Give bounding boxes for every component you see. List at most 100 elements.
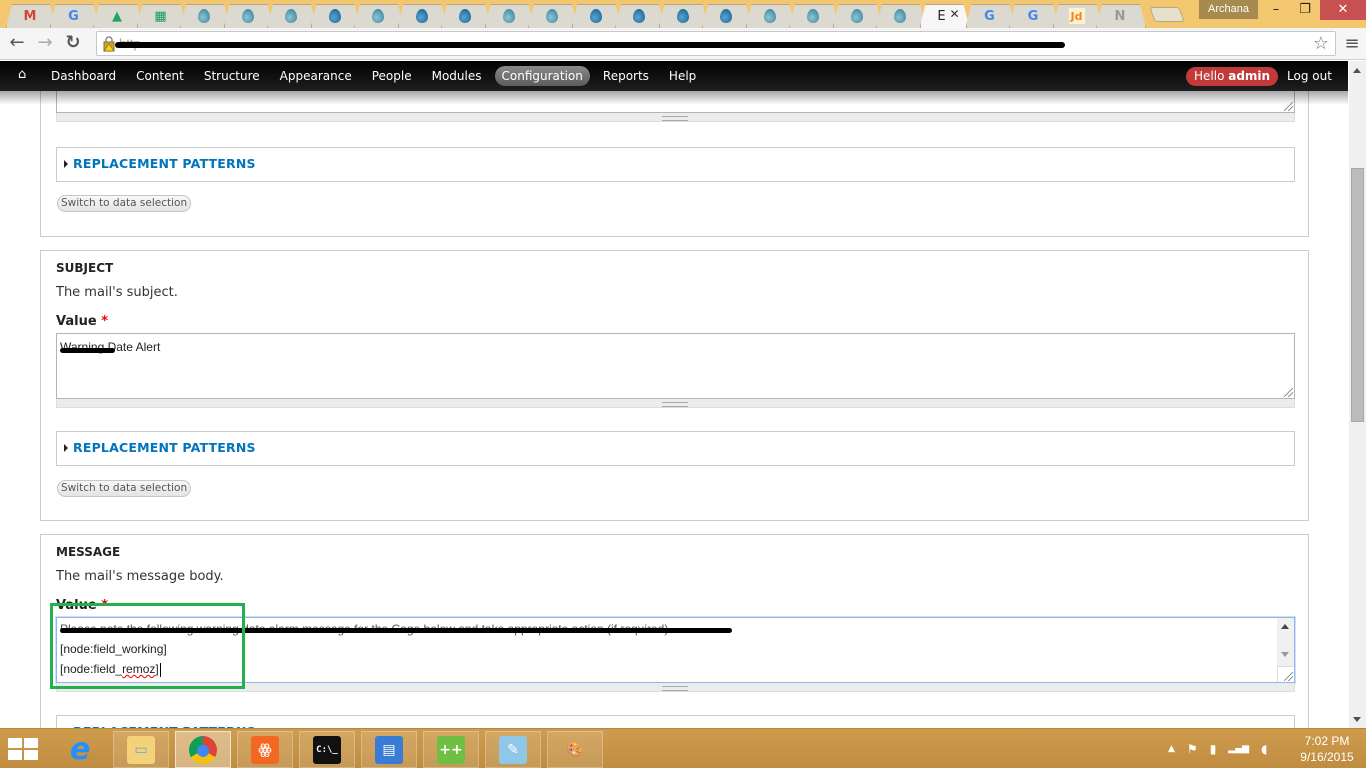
taskbar-app-internet-explorer[interactable]: e [52,731,108,768]
admin-menu-structure[interactable]: Structure [197,66,267,86]
taskbar-app-chrome[interactable]: ● [175,731,231,768]
chrome-menu-icon[interactable]: ≡ [1342,33,1362,54]
new-tab-button[interactable] [1149,7,1185,22]
user-greeting-badge[interactable]: Hello admin [1186,67,1279,86]
browser-tab[interactable]: G [1009,2,1059,28]
admin-menu-appearance[interactable]: Appearance [273,66,359,86]
admin-menu-help[interactable]: Help [662,66,703,86]
textarea-grippie[interactable] [56,113,1295,122]
browser-tab[interactable] [571,2,622,28]
browser-tab[interactable] [354,2,404,28]
browser-tab[interactable] [745,2,796,28]
internet-explorer-icon: e [69,732,91,767]
close-tab-icon[interactable]: ✕ [950,7,960,21]
action-center-flag-icon[interactable]: ⚑ [1187,742,1198,756]
profile-button[interactable]: Archana [1199,0,1258,19]
reload-button[interactable]: ↻ [62,32,84,54]
browser-tab[interactable]: N [1096,2,1146,28]
textarea-grippie[interactable] [56,683,1295,692]
resize-handle-icon[interactable] [1284,102,1293,111]
drop-shape [633,9,645,23]
home-icon[interactable]: ⌂ [18,67,34,83]
drupal-logo-icon [327,8,343,24]
message-line-2: [node:field_working] [60,642,167,656]
resize-corner[interactable] [1277,666,1294,682]
resize-handle-icon[interactable] [1284,388,1293,397]
scroll-down-icon[interactable] [1353,717,1361,722]
windows-start-icon[interactable] [8,738,38,760]
browser-tab[interactable] [267,2,317,28]
scroll-up-icon[interactable] [1353,68,1361,73]
browser-tab[interactable] [441,2,491,28]
browser-tab[interactable] [702,2,752,28]
browser-tab[interactable] [876,2,926,28]
scrollbar-thumb[interactable] [1351,168,1364,422]
browser-tab[interactable]: G [965,2,1016,28]
drupal-drop-icon [805,8,821,24]
greeting-text: Hello [1194,69,1229,83]
admin-menu-reports[interactable]: Reports [596,66,656,86]
taskbar-app-command-prompt[interactable]: C:\_ [299,731,355,768]
minimize-button[interactable]: – [1262,0,1290,20]
logout-link[interactable]: Log out [1287,69,1332,83]
taskbar-app-xampp[interactable]: ꙮ [237,731,293,768]
arrow-right-icon: → [37,32,53,53]
browser-tab[interactable] [789,2,839,28]
browser-tab[interactable]: G [49,2,100,28]
browser-tab[interactable] [528,2,578,28]
battery-power-icon[interactable]: ▮ [1210,742,1217,756]
gmail-icon: M [23,8,37,24]
back-button[interactable]: ← [6,32,28,54]
taskbar-app-paint[interactable]: 🎨 [547,731,603,768]
browser-tab[interactable] [658,2,709,28]
show-hidden-icons-icon[interactable]: ▲ [1168,744,1175,754]
admin-menu-configuration[interactable]: Configuration [494,66,590,86]
system-tray: ▲ ⚑ ▮ ▂▄▆ ◖ [1168,737,1267,761]
taskbar-app-control-panel[interactable]: ▤ [361,731,417,768]
scroll-up-icon[interactable] [1281,624,1289,629]
bookmark-star-icon[interactable]: ☆ [1313,33,1329,54]
browser-tab[interactable] [615,2,665,28]
drupal-logo-icon [414,8,430,24]
browser-tab[interactable]: ▦ [136,2,187,28]
notepad-icon: ✎ [499,735,527,764]
switch-to-data-selection-button[interactable]: Switch to data selection [57,195,192,212]
replacement-patterns-toggle[interactable]: REPLACEMENT PATTERNS [56,431,1295,466]
previous-value-textarea[interactable] [56,91,1295,113]
browser-tab[interactable] [484,2,535,28]
forward-button[interactable]: → [34,32,56,54]
network-signal-icon[interactable]: ▂▄▆ [1228,744,1249,754]
close-window-button[interactable]: ✕ [1320,0,1366,20]
taskbar-app-notepad[interactable]: ✎ [485,731,541,768]
replacement-patterns-toggle[interactable]: REPLACEMENT PATTERNS [56,715,1295,728]
taskbar-app-notepad-plus-plus[interactable]: ++ [423,731,479,768]
drop-shape [241,9,254,23]
taskbar-clock[interactable]: 7:02 PM 9/16/2015 [1296,733,1358,765]
switch-to-data-selection-button[interactable]: Switch to data selection [57,480,192,497]
resize-handle-icon[interactable] [1284,672,1293,681]
browser-tab[interactable] [223,2,274,28]
textarea-scrollbar[interactable] [1277,618,1294,682]
volume-icon[interactable]: ◖ [1261,742,1267,756]
admin-menu-dashboard[interactable]: Dashboard [44,66,123,86]
address-bar[interactable]: http ☆ [96,31,1336,56]
page-scrollbar[interactable] [1349,61,1366,728]
admin-menu-people[interactable]: People [365,66,419,86]
admin-menu-modules[interactable]: Modules [425,66,489,86]
browser-tab[interactable]: Jd [1052,2,1103,28]
subject-value-textarea[interactable]: Warning Date Alert [56,333,1295,399]
browser-tab-active[interactable]: E ✕ [919,2,970,28]
admin-menu-content[interactable]: Content [129,66,191,86]
browser-tab[interactable]: M [6,2,56,28]
scroll-down-icon[interactable] [1281,652,1289,657]
message-value-textarea[interactable]: Please note the following warning date a… [56,617,1295,683]
replacement-patterns-toggle[interactable]: REPLACEMENT PATTERNS [56,147,1295,182]
browser-tab[interactable] [310,2,361,28]
browser-tab[interactable]: ▲ [93,2,143,28]
browser-tab[interactable] [180,2,230,28]
taskbar-app-file-explorer[interactable]: ▭ [113,731,169,768]
browser-tab[interactable] [832,2,883,28]
textarea-grippie[interactable] [56,399,1295,408]
browser-tab[interactable] [397,2,448,28]
maximize-button[interactable]: ❐ [1291,0,1319,20]
